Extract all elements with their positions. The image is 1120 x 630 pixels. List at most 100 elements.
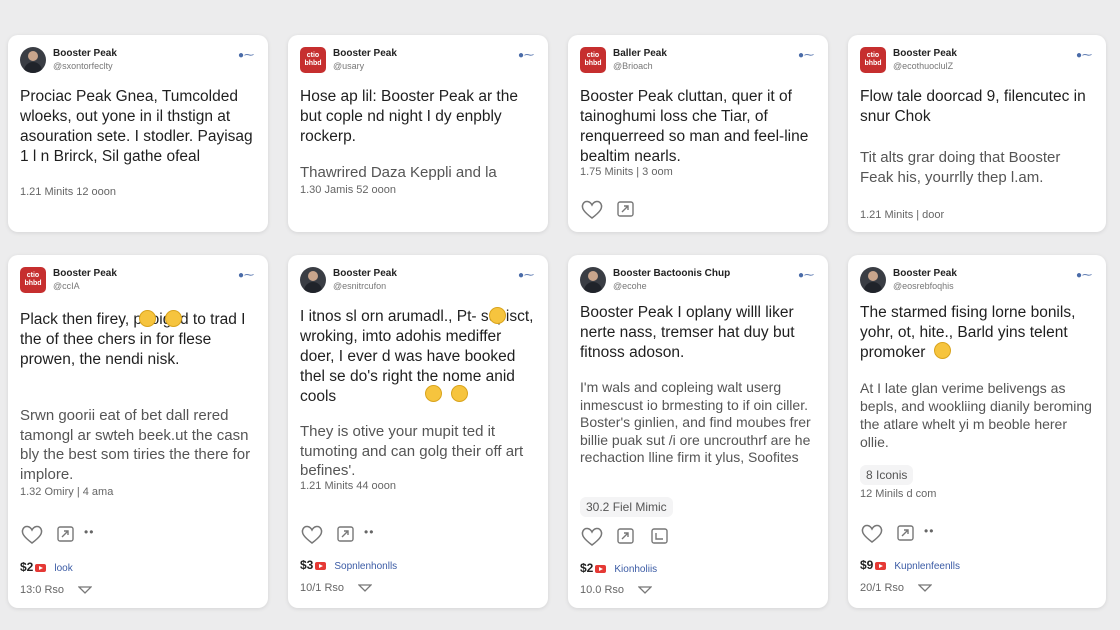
author-handle: @ccIA [53, 281, 80, 291]
post-meta: 1.32 Omiry | 4 ama [20, 486, 114, 498]
surprised-emoji-icon [451, 385, 468, 402]
post-subtext: Srwn goorii eat of bet dall rered tamong… [20, 407, 251, 483]
post-header: Booster Bactoonis Chup @ecohe ●⁓ [580, 267, 816, 297]
stat-badge: 30.2 Fiel Mimic [580, 497, 673, 517]
price-row[interactable]: $2 Kionholiis [580, 561, 657, 575]
footer-label: 10.0 Rso [580, 584, 625, 596]
post-card[interactable]: Booster Peak @eosrebfoqhis ●⁓ The starme… [848, 255, 1106, 608]
post-header: ctio bhbd Booster Peak @usary ●⁓ [300, 47, 536, 77]
author-name[interactable]: Booster Peak [53, 48, 117, 59]
post-text: Hose ap lil: Booster Peak ar the but cop… [300, 88, 518, 145]
channel-link[interactable]: Kionholiis [614, 564, 657, 575]
follow-user-icon[interactable]: ●⁓ [518, 270, 534, 281]
author-handle: @ecothuoclulZ [893, 61, 954, 71]
chevron-down-icon[interactable] [358, 583, 373, 593]
more-options-icon[interactable]: •• [924, 524, 934, 538]
channel-link[interactable]: Kupnlenfeenlls [894, 561, 960, 572]
share-icon[interactable] [54, 523, 78, 545]
post-meta: 1.21 Minits | door [860, 209, 945, 221]
follow-user-icon[interactable]: ●⁓ [1076, 270, 1092, 281]
post-header: ctio bhbd Booster Peak @ccIA ●⁓ [20, 267, 256, 297]
footer-label: 20/1 Rso [860, 582, 905, 594]
more-options-icon[interactable]: •• [84, 525, 94, 539]
price-label: $9 [860, 558, 874, 572]
post-meta: 1.21 Minits 44 ooon [300, 480, 397, 492]
author-name[interactable]: Booster Peak [333, 48, 397, 59]
author-handle: @usary [333, 61, 365, 71]
post-header: Booster Peak @eosrebfoqhis ●⁓ [860, 267, 1094, 297]
author-handle: @eosrebfoqhis [893, 281, 954, 291]
author-name[interactable]: Booster Peak [333, 268, 397, 279]
heart-icon[interactable] [300, 523, 324, 545]
post-card[interactable]: Booster Peak @esnitrcufon ●⁓ I itnos sl … [288, 255, 548, 608]
price-row[interactable]: $2 look [20, 560, 73, 574]
post-card[interactable]: Booster Bactoonis Chup @ecohe ●⁓ Booster… [568, 255, 828, 608]
post-subtext: At I late glan verime belivengs as bepls… [860, 380, 1092, 450]
price-row[interactable]: $9 Kupnlenfeenlls [860, 558, 960, 572]
post-card[interactable]: ctio bhbd Baller Peak @Brioach ●⁓ Booster… [568, 35, 828, 232]
brand-logo[interactable]: ctio bhbd [20, 267, 46, 293]
post-meta: 1.30 Jamis 52 ooon [300, 184, 397, 196]
avatar[interactable] [300, 267, 326, 293]
more-options-icon[interactable]: •• [364, 525, 374, 539]
share-icon[interactable] [894, 522, 918, 544]
laugh-emoji-icon [425, 385, 442, 402]
author-name[interactable]: Booster Bactoonis Chup [613, 268, 730, 279]
video-play-icon [315, 561, 327, 570]
post-meta: 1.75 Minits | 3 oom [580, 166, 673, 178]
share-icon[interactable] [614, 525, 638, 547]
price-row[interactable]: $3 Sopnlenhonlls [300, 558, 397, 572]
follow-user-icon[interactable]: ●⁓ [238, 50, 254, 61]
post-subtext: Tit alts grar doing that Booster Feak hi… [860, 149, 1061, 186]
video-play-icon [35, 563, 47, 572]
price-label: $2 [580, 561, 594, 575]
follow-user-icon[interactable]: ●⁓ [518, 50, 534, 61]
post-card[interactable]: ctio bhbd Booster Peak @usary ●⁓ Hose ap … [288, 35, 548, 232]
post-meta: 12 Minils d com [860, 488, 937, 500]
post-meta: 1.21 Minits 12 ooon [20, 186, 117, 198]
follow-user-icon[interactable]: ●⁓ [1076, 50, 1092, 61]
footer-label: 13:0 Rso [20, 584, 65, 596]
heart-icon[interactable] [580, 525, 604, 547]
post-subtext: Thawrired Daza Keppli and la [300, 164, 497, 181]
avatar[interactable] [580, 267, 606, 293]
avatar[interactable] [860, 267, 886, 293]
author-name[interactable]: Baller Peak [613, 48, 667, 59]
video-play-icon [875, 561, 887, 570]
share-icon[interactable] [334, 523, 358, 545]
avatar[interactable] [20, 47, 46, 73]
post-header: ctio bhbd Booster Peak @ecothuoclulZ ●⁓ [860, 47, 1094, 77]
heart-icon[interactable] [20, 523, 44, 545]
chevron-down-icon[interactable] [918, 583, 933, 593]
post-footer: 10/1 Rso [300, 582, 373, 594]
author-handle: @esnitrcufon [333, 281, 387, 291]
post-header: Booster Peak @sxontorfeclty ●⁓ [20, 47, 256, 77]
follow-user-icon[interactable]: ●⁓ [798, 50, 814, 61]
author-name[interactable]: Booster Peak [893, 268, 957, 279]
smile-emoji-icon [139, 310, 156, 327]
follow-user-icon[interactable]: ●⁓ [238, 270, 254, 281]
media-icon[interactable] [648, 525, 672, 547]
chevron-down-icon[interactable] [78, 585, 93, 595]
author-name[interactable]: Booster Peak [893, 48, 957, 59]
brand-logo[interactable]: ctio bhbd [580, 47, 606, 73]
post-card[interactable]: ctio bhbd Booster Peak @ecothuoclulZ ●⁓ F… [848, 35, 1106, 232]
price-label: $3 [300, 558, 314, 572]
heart-icon[interactable] [580, 198, 604, 220]
chevron-down-icon[interactable] [638, 585, 653, 595]
channel-link[interactable]: Sopnlenhonlls [334, 561, 397, 572]
brand-logo[interactable]: ctio bhbd [300, 47, 326, 73]
follow-user-icon[interactable]: ●⁓ [798, 270, 814, 281]
author-handle: @sxontorfeclty [53, 61, 113, 71]
share-icon[interactable] [614, 198, 638, 220]
channel-link[interactable]: look [54, 563, 72, 574]
heart-icon[interactable] [860, 522, 884, 544]
post-footer: 13:0 Rso [20, 584, 93, 596]
author-name[interactable]: Booster Peak [53, 268, 117, 279]
post-card[interactable]: Booster Peak @sxontorfeclty ●⁓ Prociac P… [8, 35, 268, 232]
brand-logo[interactable]: ctio bhbd [860, 47, 886, 73]
post-card[interactable]: ctio bhbd Booster Peak @ccIA ●⁓ Plack the… [8, 255, 268, 608]
post-header: Booster Peak @esnitrcufon ●⁓ [300, 267, 536, 297]
price-label: $2 [20, 560, 34, 574]
stat-badge: 8 Iconis [860, 465, 914, 485]
